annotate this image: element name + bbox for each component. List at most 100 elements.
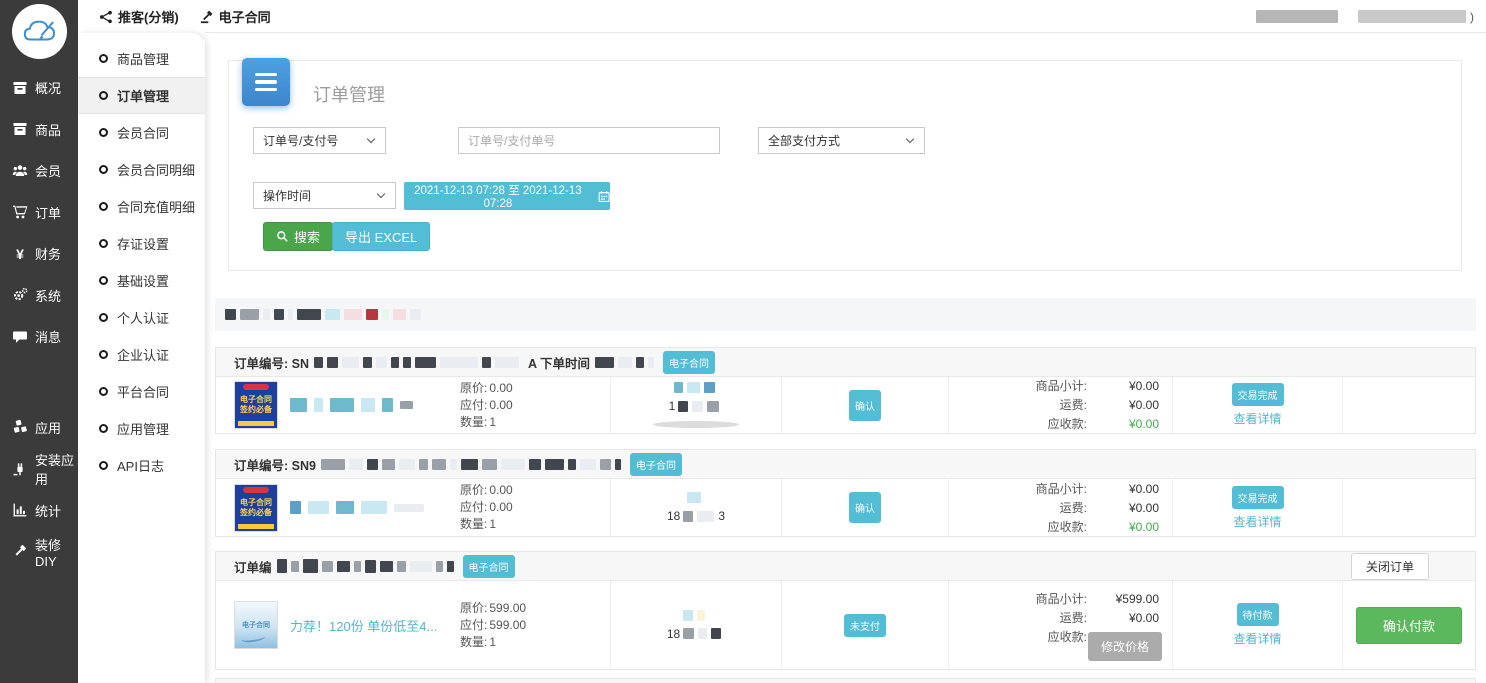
submenu-label: 会员合同	[117, 123, 169, 142]
thumb-text-1: 电子合同	[242, 620, 270, 630]
message-bubble-icon	[12, 329, 28, 345]
view-detail-link[interactable]: 查看详情	[1233, 630, 1281, 647]
product-cell: 电子合同 签约必备 原价:0.00 应付:0.00 数量:1	[216, 377, 611, 433]
app-logo[interactable]	[12, 4, 67, 59]
trade-state-badge[interactable]: 待付款	[1237, 603, 1279, 626]
price-info: 原价:0.00 应付:0.00 数量:1	[460, 482, 610, 533]
sidebar-item-messages[interactable]: 消息	[0, 316, 78, 358]
submenu-item-api-log[interactable]: API日志	[78, 447, 205, 484]
sidebar-item-system[interactable]: 系统	[0, 275, 78, 317]
submenu-item-enterprise-auth[interactable]: 企业认证	[78, 336, 205, 373]
search-button[interactable]: 搜索	[263, 222, 333, 251]
subtotal-label: 商品小计:	[1036, 590, 1087, 608]
order-row: 电子合同 力荐！120份 单份低至4... 原价:599.00 应付:599.0…	[216, 581, 1475, 669]
pay-method-select[interactable]: 全部支付方式	[758, 127, 925, 154]
sidebar-item-orders[interactable]: 订单	[0, 192, 78, 234]
time-type-select[interactable]: 操作时间	[253, 182, 396, 209]
product-thumbnail[interactable]: 电子合同 签约必备	[234, 484, 278, 532]
pay-value: 0.00	[489, 500, 512, 514]
sidebar-label: 装修DIY	[35, 535, 78, 569]
nav-tuike-label: 推客(分销)	[118, 7, 179, 26]
submenu-item-basic-settings[interactable]: 基础设置	[78, 262, 205, 299]
order-number-prefix: 订单编号: SN9	[234, 455, 316, 474]
receivable-label: 应收款:	[1048, 628, 1087, 646]
submenu-item-member-contract-detail[interactable]: 会员合同明细	[78, 151, 205, 188]
submenu-item-personal-auth[interactable]: 个人认证	[78, 299, 205, 336]
submenu-item-evidence-settings[interactable]: 存证设置	[78, 225, 205, 262]
view-detail-link[interactable]: 查看详情	[1233, 410, 1281, 427]
submenu-item-platform-contract[interactable]: 平台合同	[78, 373, 205, 410]
sidebar-label: 财务	[35, 244, 61, 263]
ring-icon	[99, 54, 108, 63]
redacted-product-name[interactable]	[290, 501, 448, 514]
close-order-button[interactable]: 关闭订单	[1351, 553, 1429, 580]
submenu-item-member-contract[interactable]: 会员合同	[78, 114, 205, 151]
order-header	[216, 679, 1475, 683]
submenu-label: 商品管理	[117, 49, 169, 68]
buyer-cell: 1	[611, 377, 782, 433]
trade-state-badge[interactable]: 交易完成	[1232, 486, 1284, 509]
keyword-input[interactable]	[458, 127, 720, 154]
sidebar-item-overview[interactable]: 概况	[0, 67, 78, 109]
primary-sidebar: 概况 商品 会员 订单 ¥ 财务 系统 消息 应用 安装应用 统计 装修DIY	[0, 0, 78, 683]
order-type-value: 订单号/支付号	[263, 132, 338, 149]
qty-label: 数量:	[460, 517, 487, 531]
search-icon	[276, 230, 289, 243]
ring-icon	[99, 91, 108, 100]
export-excel-button[interactable]: 导出 EXCEL	[332, 222, 430, 251]
orig-label: 原价:	[460, 601, 487, 615]
modify-price-button[interactable]: 修改价格	[1088, 632, 1162, 661]
sidebar-item-install-apps[interactable]: 安装应用	[0, 448, 78, 490]
status-badge[interactable]: 未支付	[844, 614, 886, 637]
ring-icon	[99, 387, 108, 396]
product-cell: 电子合同 力荐！120份 单份低至4... 原价:599.00 应付:599.0…	[216, 581, 611, 669]
redacted-buyer-phone: 183	[667, 509, 725, 523]
contract-badge[interactable]: 电子合同	[630, 453, 682, 476]
status-badge[interactable]: 确认	[849, 390, 881, 421]
nav-econtract[interactable]: 电子合同	[200, 7, 271, 26]
trade-state-badge[interactable]: 交易完成	[1232, 383, 1284, 406]
sidebar-item-members[interactable]: 会员	[0, 150, 78, 192]
sidebar-item-statistics[interactable]: 统计	[0, 490, 78, 532]
contract-badge[interactable]: 电子合同	[663, 351, 715, 374]
product-name-link[interactable]: 力荐！120份 单份低至4...	[290, 616, 448, 635]
submenu-item-app-management[interactable]: 应用管理	[78, 410, 205, 447]
sidebar-item-products[interactable]: 商品	[0, 109, 78, 151]
amounts-cell: 商品小计:¥0.00 运费:¥0.00 应收款:¥0.00	[949, 479, 1173, 536]
secondary-sidebar: 商品管理 订单管理 会员合同 会员合同明细 合同充值明细 存证设置 基础设置 个…	[78, 33, 205, 683]
sidebar-item-finance[interactable]: ¥ 财务	[0, 233, 78, 275]
thumb-yellow-band	[238, 421, 274, 426]
pay-value: 599.00	[489, 618, 526, 632]
date-range-value: 2021-12-13 07:28 至 2021-12-13 07:28	[404, 182, 592, 210]
sidebar-item-decorate-diy[interactable]: 装修DIY	[0, 531, 78, 573]
product-thumbnail[interactable]: 电子合同	[234, 601, 278, 649]
order-status-tabs-redacted[interactable]	[215, 298, 1476, 331]
qty-label: 数量:	[460, 415, 487, 429]
collapse-menu-button[interactable]	[242, 58, 290, 106]
order-type-select[interactable]: 订单号/支付号	[253, 127, 386, 154]
buyer-cell: 18	[611, 581, 782, 669]
submenu-item-order-management[interactable]: 订单管理	[78, 77, 205, 114]
sidebar-label: 会员	[35, 161, 61, 180]
status-badge[interactable]: 确认	[849, 492, 881, 523]
contract-badge[interactable]: 电子合同	[463, 555, 515, 578]
product-thumbnail[interactable]: 电子合同 签约必备	[234, 381, 278, 429]
submenu-item-contract-recharge-detail[interactable]: 合同充值明细	[78, 188, 205, 225]
sidebar-item-apps[interactable]: 应用	[0, 407, 78, 449]
topbar: 推客(分销) 电子合同 )	[78, 0, 1486, 33]
date-range-button[interactable]: 2021-12-13 07:28 至 2021-12-13 07:28	[404, 182, 610, 210]
status-cell: 确认	[782, 377, 949, 433]
confirm-payment-button[interactable]: 确认付款	[1356, 607, 1462, 644]
submenu-label: 平台合同	[117, 382, 169, 401]
page-title: 订单管理	[313, 81, 385, 107]
submenu-label: API日志	[117, 456, 164, 475]
subtotal-value: ¥599.00	[1087, 590, 1159, 608]
orig-label: 原价:	[460, 381, 487, 395]
sidebar-label: 订单	[35, 203, 61, 222]
view-detail-link[interactable]: 查看详情	[1233, 513, 1281, 530]
gavel-icon	[200, 10, 214, 24]
nav-tuike-distribution[interactable]: 推客(分销)	[99, 7, 179, 26]
account-area[interactable]: )	[1256, 10, 1474, 24]
submenu-item-product-management[interactable]: 商品管理	[78, 40, 205, 77]
redacted-product-name[interactable]	[290, 398, 448, 412]
